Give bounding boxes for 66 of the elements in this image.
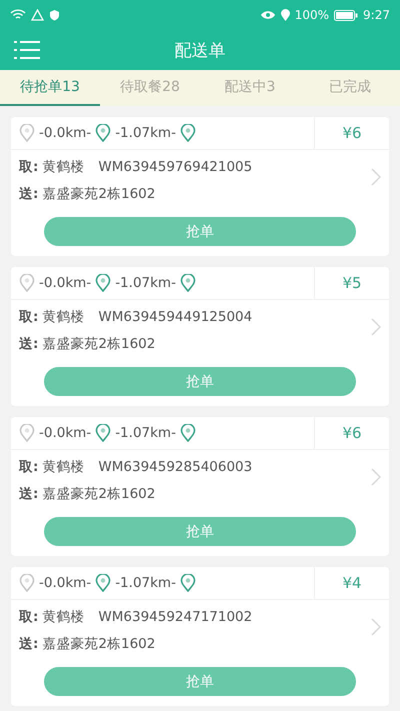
eye-icon	[260, 10, 276, 20]
distance-text: -0.0km-	[39, 575, 92, 591]
clock: 9:27	[363, 8, 390, 22]
location-pin-icon	[19, 274, 35, 292]
price: ¥5	[342, 274, 362, 292]
battery-icon	[334, 10, 358, 20]
price: ¥6	[342, 424, 362, 442]
location-pin-icon	[95, 424, 112, 442]
deliver-label: 送:	[19, 485, 38, 503]
tab[interactable]: 已完成	[300, 70, 400, 106]
distance-text: -1.07km-	[115, 575, 176, 591]
grab-order-button[interactable]: 抢单	[44, 667, 356, 696]
chevron-right-icon[interactable]	[371, 618, 381, 636]
distance-text: -0.0km-	[39, 275, 92, 291]
pickup-label: 取:	[19, 308, 38, 326]
order-number: WM639459285406003	[98, 459, 252, 475]
pickup-label: 取:	[19, 158, 38, 176]
delivery-address: 嘉盛豪苑2栋1602	[42, 335, 156, 353]
distance-text: -0.0km-	[39, 125, 92, 141]
page-title: 配送单	[174, 40, 226, 62]
location-pin-icon	[95, 574, 112, 592]
location-pin-icon	[19, 124, 35, 142]
location-pin-icon	[180, 124, 196, 142]
grab-order-button[interactable]: 抢单	[44, 517, 356, 546]
location-pin-icon	[180, 424, 196, 442]
deliver-label: 送:	[19, 635, 38, 653]
deliver-label: 送:	[19, 335, 38, 353]
order-number: WM639459769421005	[98, 159, 252, 175]
deliver-label: 送:	[19, 185, 38, 203]
battery-percent: 100%	[294, 8, 330, 22]
location-pin-icon	[180, 574, 196, 592]
grab-order-button[interactable]: 抢单	[44, 217, 356, 246]
order-number: WM639459247171002	[98, 609, 252, 625]
location-pin-icon	[19, 574, 35, 592]
tab[interactable]: 配送中3	[200, 70, 300, 106]
pickup-place: 黄鹤楼	[42, 158, 84, 176]
location-icon	[280, 9, 290, 21]
delivery-address: 嘉盛豪苑2栋1602	[42, 485, 156, 503]
pickup-label: 取:	[19, 608, 38, 626]
location-pin-icon	[95, 124, 112, 142]
grab-order-button[interactable]: 抢单	[44, 367, 356, 396]
distance-text: -0.0km-	[39, 425, 92, 441]
shield-icon	[49, 9, 60, 21]
menu-button[interactable]	[14, 38, 42, 62]
wifi-icon	[10, 9, 26, 21]
warning-icon	[31, 9, 44, 21]
delivery-address: 嘉盛豪苑2栋1602	[42, 185, 156, 203]
distance-text: -1.07km-	[115, 275, 176, 291]
tab[interactable]: 待抢单13	[0, 70, 100, 106]
chevron-right-icon[interactable]	[371, 318, 381, 336]
distance-text: -1.07km-	[115, 125, 176, 141]
price: ¥6	[342, 124, 362, 142]
pickup-label: 取:	[19, 458, 38, 476]
distance-text: -1.07km-	[115, 425, 176, 441]
location-pin-icon	[95, 274, 112, 292]
location-pin-icon	[180, 274, 196, 292]
tab[interactable]: 待取餐28	[100, 70, 200, 106]
chevron-right-icon[interactable]	[371, 168, 381, 186]
order-number: WM639459449125004	[98, 309, 252, 325]
price: ¥4	[342, 574, 362, 592]
pickup-place: 黄鹤楼	[42, 608, 84, 626]
delivery-address: 嘉盛豪苑2栋1602	[42, 635, 156, 653]
pickup-place: 黄鹤楼	[42, 308, 84, 326]
pickup-place: 黄鹤楼	[42, 458, 84, 476]
chevron-right-icon[interactable]	[371, 468, 381, 486]
location-pin-icon	[19, 424, 35, 442]
